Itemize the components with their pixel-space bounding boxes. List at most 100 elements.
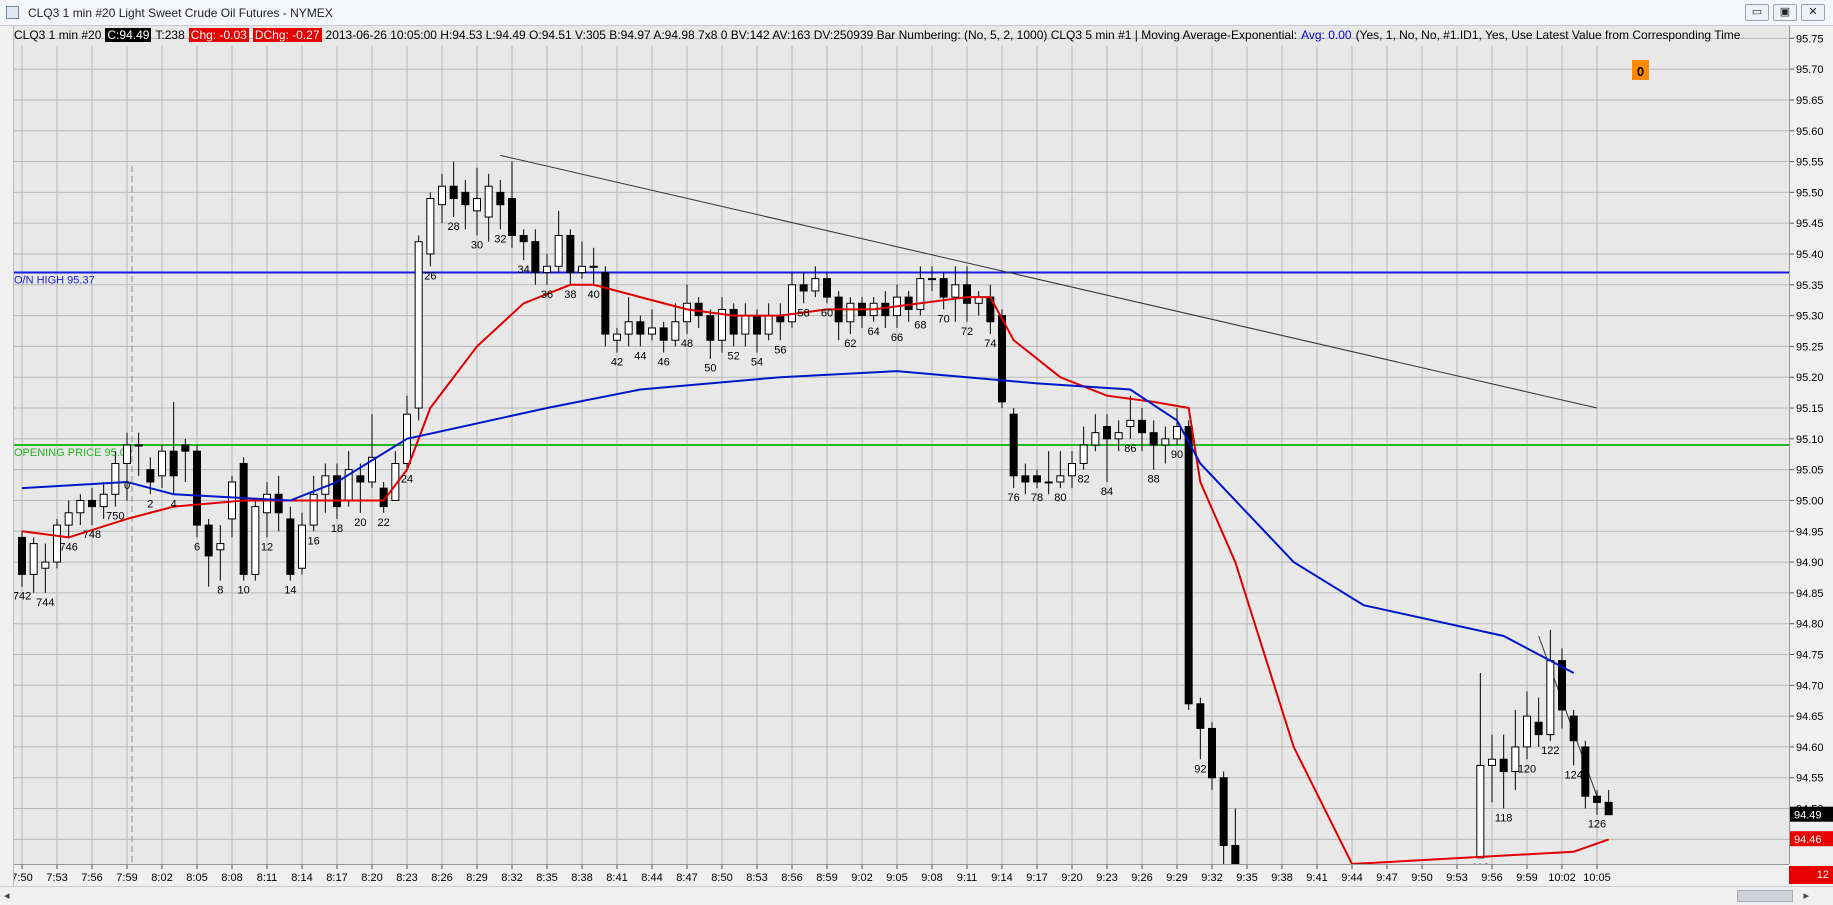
price-tick-label: 95.15	[1796, 403, 1824, 415]
bar-number-label: 64	[868, 326, 880, 338]
candle-up	[1173, 426, 1181, 440]
candle-up	[41, 561, 50, 569]
info-change: Chg: -0.03	[188, 28, 249, 42]
alert-badge-text: 0	[1637, 64, 1644, 79]
candle-up	[251, 506, 260, 575]
candle-up	[309, 493, 318, 526]
info-details: 2013-06-26 10:05:00 H:94.53 L:94.49 O:94…	[325, 28, 1298, 42]
horizontal-scrollbar[interactable]: ◂ ▸	[0, 886, 1833, 905]
title-bar: CLQ3 1 min #20 Light Sweet Crude Oil Fut…	[0, 0, 1833, 26]
time-tick-label: 8:35	[536, 872, 557, 884]
bar-number-label: 80	[1054, 492, 1066, 504]
info-params: (Yes, 1, No, No, #1.ID1, Yes, Use Latest…	[1355, 28, 1741, 42]
bar-number-label: 32	[494, 233, 506, 245]
time-tick-label: 8:56	[781, 872, 802, 884]
close-button[interactable]: ✕	[1801, 4, 1825, 21]
bar-number-label: 30	[471, 240, 483, 252]
candle-up	[648, 327, 656, 335]
time-tick-label: 9:59	[1516, 872, 1537, 884]
price-tick-label: 95.20	[1796, 372, 1824, 384]
time-tick-label: 9:32	[1201, 872, 1222, 884]
candle-down	[1604, 801, 1613, 816]
bar-number-label: 2	[147, 498, 153, 510]
price-tick-label: 95.45	[1796, 218, 1824, 230]
candle-up	[671, 321, 680, 341]
candle-up	[1068, 462, 1076, 477]
bar-number-label: 70	[938, 313, 950, 325]
candle-down	[356, 475, 365, 483]
candle-up	[29, 543, 38, 575]
bar-number-label: 76	[1008, 492, 1020, 504]
bar-number-label: 36	[541, 289, 553, 301]
time-tick-label: 9:26	[1131, 872, 1152, 884]
time-tick-label: 8:32	[501, 872, 522, 884]
candle-up	[589, 265, 598, 268]
level-line-label: OPENING PRICE 95.09	[14, 447, 132, 459]
time-tick-label: 8:44	[641, 872, 662, 884]
candle-down	[1534, 721, 1543, 736]
candle-up	[484, 185, 493, 218]
price-tick-label: 95.75	[1796, 33, 1824, 45]
time-tick-label: 9:35	[1236, 872, 1257, 884]
candle-down	[1009, 413, 1018, 477]
restore-button[interactable]: ▣	[1773, 4, 1797, 21]
candle-up	[99, 493, 108, 508]
bar-number-label: 82	[1078, 474, 1090, 486]
plot-area[interactable]: O/N HIGH 95.37 OPENING PRICE 95.09 0 742 744…	[14, 26, 1789, 864]
candle-up	[764, 315, 773, 335]
bar-number-label: 62	[844, 338, 856, 350]
bar-number-label: 88	[1148, 474, 1160, 486]
candle-up	[846, 302, 855, 323]
candle-down	[274, 493, 283, 514]
bar-number-label: 78	[1031, 492, 1043, 504]
candle-down	[729, 308, 738, 335]
xaxis-corner-badge: 12	[1789, 866, 1833, 884]
candle-down	[659, 327, 668, 341]
price-axis[interactable]: 95.75 95.70 95.65 95.60 95.55 95.50 95.45 95.40…	[1789, 26, 1833, 864]
candle-down	[88, 499, 96, 508]
bar-number-label: 126	[1588, 819, 1606, 831]
price-chart[interactable]: O/N HIGH 95.37OPENING PRICE 95.090742744…	[14, 26, 1789, 864]
bar-number-label: 124	[1564, 769, 1582, 781]
candle-down	[881, 302, 890, 317]
price-tick-label: 95.60	[1796, 126, 1824, 138]
candle-down	[193, 450, 201, 526]
time-tick-label: 8:17	[326, 872, 347, 884]
candle-down	[1103, 426, 1111, 440]
candle-down	[531, 241, 540, 273]
time-axis-labels: 7:50 7:53 7:56 7:59 8:02 8:05 8:08 8:11 8:14 8:17…	[14, 865, 1611, 884]
candle-up	[298, 524, 306, 569]
trendline	[500, 154, 1598, 409]
time-axis[interactable]: 7:50 7:53 7:56 7:59 8:02 8:05 8:08 8:11 8:14 8:17…	[14, 864, 1789, 886]
bar-number-label: 748	[83, 529, 101, 541]
candle-down	[508, 198, 516, 237]
time-tick-label: 9:14	[991, 872, 1012, 884]
minimize-button[interactable]: ▭	[1745, 4, 1769, 21]
candle-down	[146, 469, 155, 483]
scrollbar-thumb[interactable]	[1737, 890, 1793, 902]
time-tick-label: 8:05	[186, 872, 207, 884]
bar-number-label: 44	[634, 350, 646, 362]
price-tick-label: 95.35	[1796, 280, 1824, 292]
candle-down	[496, 191, 505, 206]
scroll-left-icon[interactable]: ◂	[4, 889, 10, 902]
time-tick-label: 9:56	[1481, 872, 1502, 884]
time-tick-label: 8:20	[361, 872, 382, 884]
price-tick-label: 95.25	[1796, 341, 1824, 353]
bar-number-label: 38	[564, 289, 576, 301]
price-tick-label: 94.85	[1796, 588, 1824, 600]
grid	[14, 37, 1789, 864]
candle-down	[904, 296, 913, 310]
bar-number-label: 46	[658, 357, 670, 369]
time-tick-label: 8:14	[291, 872, 312, 884]
price-tick-label: 95.70	[1796, 64, 1824, 76]
bar-number-label: 48	[681, 338, 693, 350]
bar-number-label: 34	[518, 264, 530, 276]
time-tick-label: 9:47	[1376, 872, 1397, 884]
candle-up	[613, 333, 621, 341]
price-tick-label: 94.65	[1796, 711, 1824, 723]
bar-number-label: 8	[217, 585, 223, 597]
scroll-right-icon[interactable]: ▸	[1803, 889, 1809, 902]
price-tick-label: 94.80	[1796, 619, 1824, 631]
time-tick-label: 8:08	[221, 872, 242, 884]
